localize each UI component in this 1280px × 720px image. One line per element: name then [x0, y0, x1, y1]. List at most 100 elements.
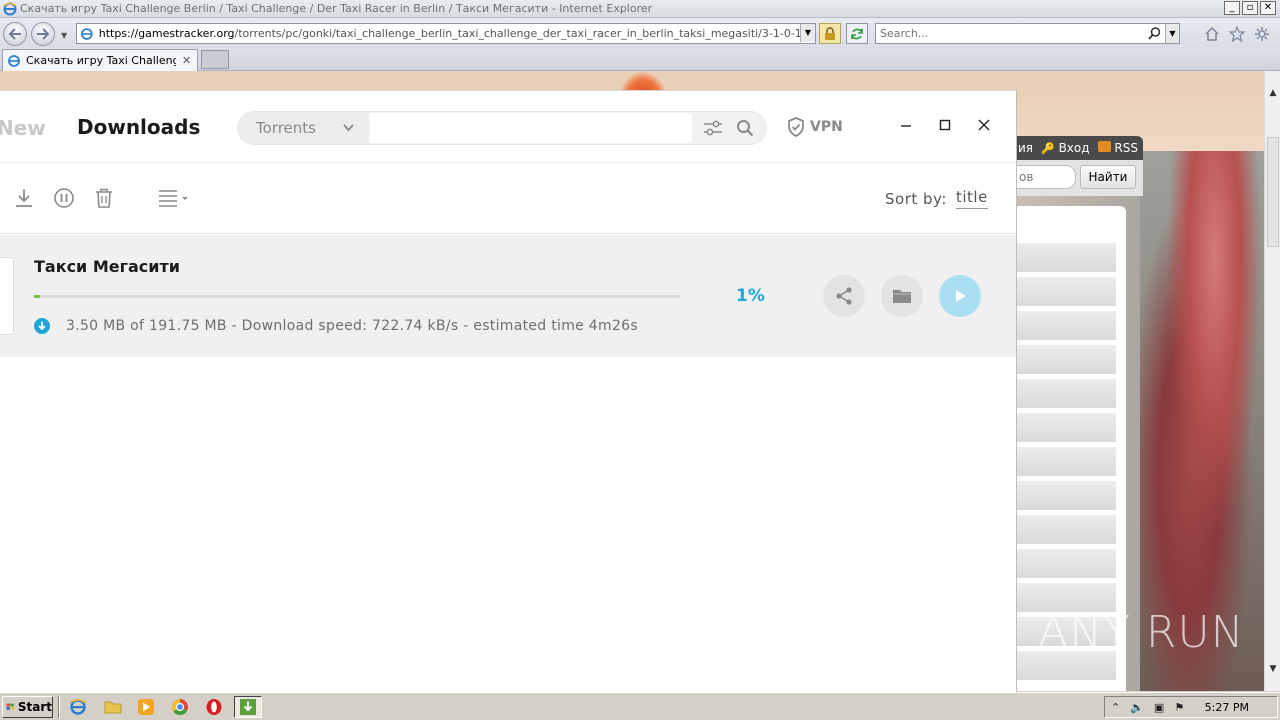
browser-address-row: ▼ https://gamestracker.org/torrents/pc/g…: [0, 18, 1280, 48]
filter-sliders-icon[interactable]: [703, 119, 723, 137]
forward-button[interactable]: [31, 22, 55, 46]
taskbar-opera-button[interactable]: [200, 696, 228, 718]
browser-titlebar: Скачать игру Taxi Challenge Berlin / Tax…: [0, 0, 1280, 18]
list-view-menu-icon[interactable]: [157, 187, 191, 209]
taskbar-ie-button[interactable]: [64, 696, 92, 718]
trash-icon[interactable]: [93, 187, 115, 209]
tab-close-icon[interactable]: ✕: [182, 54, 191, 67]
web-list-row[interactable]: [1016, 481, 1116, 511]
taskbar-separator: [58, 696, 60, 718]
share-button[interactable]: [823, 275, 865, 317]
url-host: https://gamestracker.org: [98, 27, 235, 40]
browser-search-box[interactable]: ▼: [875, 23, 1180, 44]
download-item[interactable]: Такси Мегасити 3.50 MB of 191.75 MB - Do…: [0, 235, 1016, 357]
web-header-links: ия 🔑 Вход RSS: [1016, 136, 1143, 160]
web-list-row[interactable]: [1016, 515, 1116, 545]
new-tab-button[interactable]: [201, 50, 229, 69]
file-icon: [0, 257, 14, 335]
tab-ie-icon: [8, 54, 20, 67]
anyrun-watermark: ANY RUN: [1038, 607, 1245, 658]
download-percent: 1%: [736, 286, 765, 306]
taskbar-explorer-button[interactable]: [99, 696, 127, 718]
minimize-window-button[interactable]: _: [1224, 1, 1240, 15]
back-button[interactable]: [3, 22, 27, 46]
download-title: Такси Мегасити: [34, 257, 180, 276]
play-icon: [956, 290, 966, 302]
restore-window-button[interactable]: ▫: [1242, 1, 1258, 15]
start-label: Start: [17, 700, 52, 714]
folder-icon: [893, 290, 911, 303]
web-link-login[interactable]: 🔑 Вход: [1041, 141, 1090, 155]
web-list-row[interactable]: [1016, 277, 1116, 307]
browser-search-input[interactable]: [876, 27, 1146, 40]
category-label: Torrents: [256, 119, 316, 137]
home-icon[interactable]: [1204, 26, 1220, 42]
scrollbar-thumb[interactable]: [1267, 137, 1279, 247]
start-button[interactable]: Start: [2, 696, 53, 718]
web-link-rss[interactable]: RSS: [1097, 141, 1138, 155]
scroll-down-icon[interactable]: ▼: [1265, 661, 1280, 677]
address-dropdown-icon[interactable]: ▼: [800, 24, 815, 42]
app-close-icon[interactable]: [977, 118, 991, 132]
category-dropdown[interactable]: Torrents: [238, 112, 368, 144]
taskbar-chrome-button[interactable]: [166, 696, 194, 718]
refresh-icon: [851, 28, 863, 39]
internet-explorer-icon: [69, 699, 87, 715]
search-icon[interactable]: [1148, 27, 1161, 40]
lock-icon: [825, 26, 835, 40]
web-list-row[interactable]: [1016, 413, 1116, 443]
search-dropdown-icon[interactable]: ▼: [1165, 24, 1179, 43]
security-lock-button[interactable]: [819, 23, 841, 44]
web-list-row[interactable]: [1016, 447, 1116, 477]
tab-downloads[interactable]: Downloads: [77, 115, 200, 139]
scroll-up-icon[interactable]: ▲: [1265, 85, 1280, 101]
vpn-button[interactable]: VPN: [787, 117, 843, 137]
search-icon[interactable]: [736, 119, 754, 137]
web-list-row[interactable]: [1016, 243, 1116, 273]
vpn-label: VPN: [810, 119, 843, 135]
show-hidden-icons-icon[interactable]: ⌃: [1111, 701, 1120, 714]
download-app-icon: [240, 699, 256, 715]
rss-icon: [1097, 141, 1111, 152]
browser-tab-row: Скачать игру Taxi Challeng... ✕: [0, 48, 1280, 71]
share-icon: [836, 287, 852, 305]
web-list-row[interactable]: [1016, 549, 1116, 579]
windows-logo-icon: [6, 703, 14, 710]
network-icon[interactable]: ▣: [1154, 701, 1164, 714]
history-dropdown-icon[interactable]: ▼: [61, 31, 67, 40]
open-folder-button[interactable]: [881, 275, 923, 317]
web-list-row[interactable]: [1016, 345, 1116, 375]
app-minimize-icon[interactable]: [899, 118, 913, 132]
web-rss-label: RSS: [1114, 141, 1138, 155]
system-tray: ⌃ 🔈 ▣ ⚑ 5:27 PM: [1104, 696, 1278, 718]
refresh-button[interactable]: [846, 23, 868, 44]
web-link-partial[interactable]: ия: [1018, 141, 1033, 155]
action-center-flag-icon[interactable]: ⚑: [1174, 701, 1184, 714]
tools-gear-icon[interactable]: [1254, 26, 1270, 42]
address-bar[interactable]: https://gamestracker.org/torrents/pc/gon…: [76, 23, 816, 44]
download-icon[interactable]: [13, 187, 35, 209]
download-status: 3.50 MB of 191.75 MB - Download speed: 7…: [66, 318, 638, 334]
tab-new[interactable]: New: [0, 116, 46, 140]
taskbar-media-player-button[interactable]: [132, 696, 160, 718]
favorites-star-icon[interactable]: [1229, 26, 1245, 42]
sort-dropdown[interactable]: title: [956, 188, 988, 209]
downloads-header: New Downloads Torrents VPN: [0, 91, 1016, 163]
web-search-input[interactable]: ов: [1016, 165, 1076, 189]
web-list-row[interactable]: [1016, 379, 1116, 409]
pause-icon[interactable]: [53, 187, 75, 209]
volume-icon[interactable]: 🔈: [1130, 701, 1144, 714]
app-maximize-icon[interactable]: [938, 118, 952, 132]
taskbar-downloader-button[interactable]: [234, 696, 262, 718]
web-find-button[interactable]: Найти: [1080, 165, 1136, 189]
page-scrollbar[interactable]: ▲ ▼: [1264, 71, 1280, 691]
play-button[interactable]: [939, 275, 981, 317]
web-list-row[interactable]: [1016, 311, 1116, 341]
downloads-search-input[interactable]: [370, 113, 692, 143]
taskbar-clock[interactable]: 5:27 PM: [1205, 701, 1249, 714]
chevron-down-icon: [343, 124, 354, 132]
ie-page-icon: [81, 27, 93, 40]
close-window-button[interactable]: ✕: [1260, 1, 1276, 15]
browser-tab[interactable]: Скачать игру Taxi Challeng... ✕: [2, 49, 198, 71]
forward-arrow-icon: [37, 28, 50, 40]
